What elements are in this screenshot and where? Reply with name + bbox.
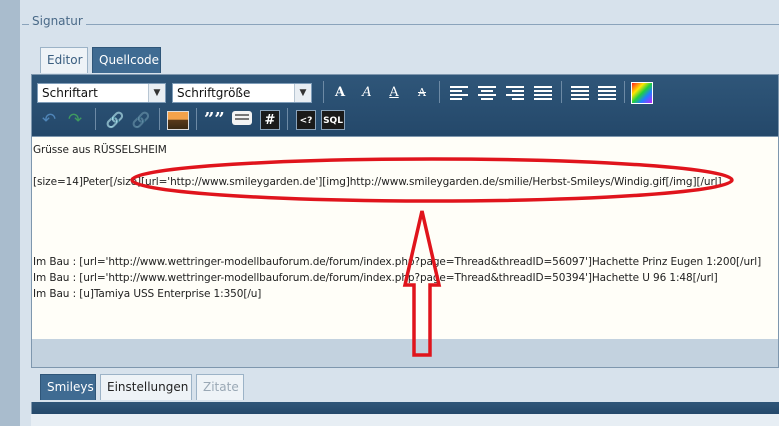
annotation-overlay: [130, 157, 734, 357]
annotation-ellipse: [130, 157, 734, 203]
annotation-arrow: [402, 210, 442, 357]
